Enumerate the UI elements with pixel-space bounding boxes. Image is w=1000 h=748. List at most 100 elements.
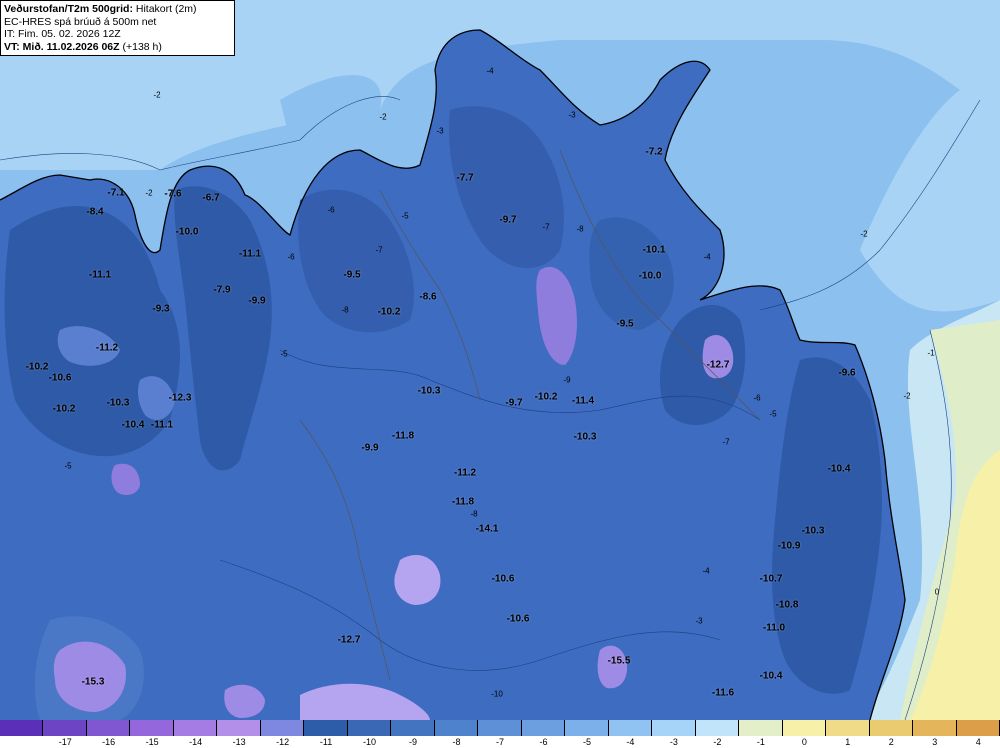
temp-label: -11.1: [238, 248, 262, 260]
colorbar-tick-label: -14: [189, 737, 203, 747]
isoline-label: -10: [491, 689, 503, 699]
temp-label: -11.8: [391, 430, 415, 442]
isoline-label: -5: [64, 461, 72, 471]
temp-label: -11.0: [762, 622, 786, 634]
colorbar-tick-label: -1: [756, 737, 765, 747]
colorbar-swatch: [347, 720, 392, 736]
colorbar-swatch: [739, 720, 783, 736]
temp-label: -9.7: [505, 397, 523, 409]
isoline-label: -2: [145, 188, 153, 198]
colorbar-tick-label: 1: [845, 737, 851, 747]
isoline-label: -6: [753, 393, 761, 403]
temp-label: -10.6: [491, 573, 515, 585]
temp-label: -9.7: [499, 214, 517, 226]
temp-label: -10.1: [642, 244, 666, 256]
model-description: EC-HRES spá brúuð á 500m net: [4, 15, 157, 28]
temp-label: -11.4: [571, 395, 595, 407]
isoline-label: -8: [576, 224, 584, 234]
temperature-map: [0, 0, 1000, 720]
colorbar-tick-label: -17: [58, 737, 72, 747]
colorbar-swatch: [173, 720, 218, 736]
colorbar-tick-label: -8: [452, 737, 461, 747]
colorbar-tick-label: -5: [582, 737, 591, 747]
temp-label: -11.1: [150, 419, 174, 431]
colorbar-swatch: [869, 720, 914, 736]
colorbar-tick-label: -9: [409, 737, 418, 747]
colorbar-swatch: [695, 720, 740, 736]
temp-label: -10.3: [106, 397, 130, 409]
temp-label: -10.0: [175, 226, 199, 238]
colorbar-swatch: [521, 720, 566, 736]
colorbar-swatch: [260, 720, 305, 736]
isoline-label: -4: [702, 566, 710, 576]
temp-label: -6.7: [202, 192, 220, 204]
colorbar-swatch: [956, 720, 1000, 736]
colorbar-swatch: [130, 720, 174, 736]
colorbar-swatches: [0, 720, 1000, 736]
temp-label: -10.2: [377, 306, 401, 318]
temp-label: -12.7: [706, 359, 730, 371]
colorbar-tick-label: 4: [975, 737, 981, 747]
temp-label: -15.5: [607, 655, 631, 667]
isoline-label: -7: [542, 222, 550, 232]
temp-label: -10.8: [775, 599, 799, 611]
colorbar-tick-label: -10: [363, 737, 377, 747]
temp-label: -7.7: [456, 172, 474, 184]
valid-time: VT: Mið. 11.02.2026 06Z (+138 h): [4, 40, 162, 53]
colorbar-swatch: [652, 720, 696, 736]
isoline-label: -3: [436, 126, 444, 136]
temp-label: -10.0: [638, 270, 662, 282]
colorbar-tick-label: -4: [626, 737, 635, 747]
temp-label: -10.4: [759, 670, 783, 682]
temp-label: -7.2: [645, 146, 663, 158]
temp-label: -12.7: [337, 634, 361, 646]
colorbar-tick-label: -3: [669, 737, 678, 747]
isoline-label: -5: [769, 409, 777, 419]
temp-label: -9.3: [152, 303, 170, 315]
isoline-label: -2: [860, 229, 868, 239]
colorbar-swatch: [826, 720, 870, 736]
colorbar-tick-label: -13: [232, 737, 246, 747]
weather-map-stage: Veðurstofan/T2m 500grid: Hitakort (2m) E…: [0, 0, 1000, 748]
isoline-label: -5: [401, 211, 409, 221]
temp-label: -9.5: [343, 269, 361, 281]
temp-label: -14.1: [475, 523, 499, 535]
temp-label: -7.6: [164, 188, 182, 200]
temp-label: -10.3: [417, 385, 441, 397]
colorbar-swatch: [913, 720, 957, 736]
isoline-label: -1: [927, 348, 935, 358]
temp-label: -10.6: [506, 613, 530, 625]
temp-label: -9.9: [361, 442, 379, 454]
colorbar-swatch: [391, 720, 435, 736]
map-title: Veðurstofan/T2m 500grid: Hitakort (2m): [4, 3, 197, 15]
temp-label: -11.1: [88, 269, 112, 281]
colorbar-swatch: [304, 720, 348, 736]
colorbar-tick-label: -2: [713, 737, 722, 747]
map-info-box: Veðurstofan/T2m 500grid: Hitakort (2m) E…: [0, 0, 235, 56]
temp-label: -10.2: [534, 391, 558, 403]
temp-label: -10.3: [801, 525, 825, 537]
colorbar-tick-label: 2: [888, 737, 894, 747]
colorbar-swatch: [43, 720, 87, 736]
colorbar-swatch: [608, 720, 653, 736]
isoline-label: -6: [327, 205, 335, 215]
isoline-label: -4: [486, 66, 494, 76]
temp-label: -9.6: [838, 367, 856, 379]
colorbar-tick-label: -7: [495, 737, 505, 747]
temp-label: -11.6: [711, 687, 735, 699]
isoline-label: -8: [470, 509, 478, 519]
issue-time: IT: Fim. 05. 02. 2026 12Z: [4, 28, 121, 40]
temp-label: -8.6: [419, 291, 437, 303]
colorbar-tick-label: -12: [276, 737, 290, 747]
temp-label: -10.6: [48, 372, 72, 384]
temp-label: -10.4: [121, 419, 145, 431]
isoline-label: -5: [280, 349, 288, 359]
colorbar-swatch: [782, 720, 827, 736]
isoline-label: -2: [379, 112, 387, 122]
temp-label: -11.2: [453, 467, 477, 479]
temp-label: -10.2: [25, 361, 49, 373]
temp-label: -10.2: [52, 403, 76, 415]
colorbar-tick-label: -15: [145, 737, 159, 747]
temp-label: -10.4: [827, 463, 851, 475]
temp-label: -12.3: [168, 392, 192, 404]
